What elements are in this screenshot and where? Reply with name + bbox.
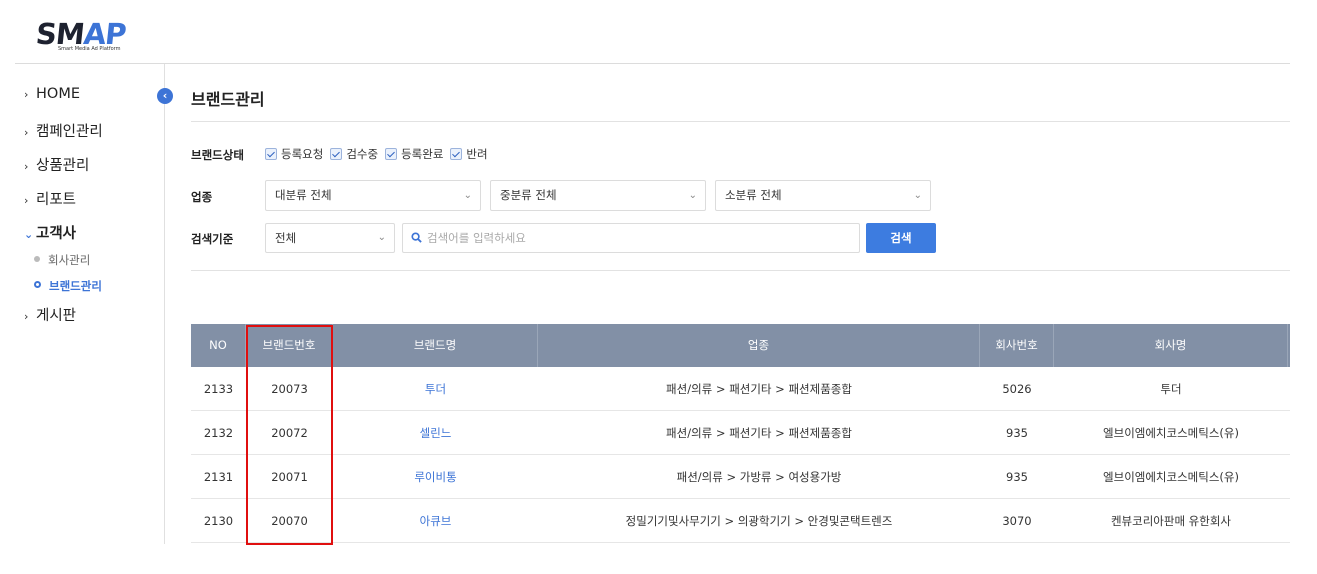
chevron-down-icon: ⌄ — [377, 232, 386, 243]
chevron-right-icon: › — [24, 160, 29, 173]
sidebar-item-label: 리포트 — [36, 192, 77, 208]
chevron-down-icon: ⌄ — [24, 228, 34, 241]
cell-company-name: 켄뷰코리아판매 유한회사 — [1110, 514, 1232, 528]
industry-filter-label: 업종 — [191, 190, 213, 204]
search-field[interactable] — [402, 223, 860, 253]
bullet-icon — [34, 256, 40, 262]
sidebar-item-label: 상품관리 — [36, 158, 90, 174]
logo-subtitle: Smart Media Ad Platform — [58, 46, 121, 52]
sidebar-item-label: 고객사 — [36, 226, 77, 242]
sidebar-subitem-company[interactable]: 회사관리 — [34, 252, 90, 268]
checkbox-checked-icon[interactable] — [330, 148, 343, 160]
checkbox-checked-icon[interactable] — [450, 148, 463, 160]
cell-no: 2133 — [203, 382, 234, 396]
cell-brand-name-link[interactable]: 투더 — [333, 367, 538, 411]
cell-no: 2131 — [203, 470, 234, 484]
header-divider — [15, 63, 1290, 64]
chevron-right-icon: › — [24, 194, 29, 207]
status-checkbox-completed[interactable]: 등록완료 — [385, 146, 443, 162]
status-checkbox-rejected[interactable]: 반려 — [450, 146, 488, 162]
table-row[interactable]: 2133 20073 투더 패션/의류 > 패션기타 > 패션제품종합 5026… — [191, 367, 1290, 411]
table-row[interactable]: 2132 20072 셀린느 패션/의류 > 패션기타 > 패션제품종합 935… — [191, 411, 1290, 455]
status-checkbox-reviewing[interactable]: 검수중 — [330, 146, 378, 162]
cell-no: 2130 — [203, 514, 234, 528]
title-divider — [191, 121, 1290, 122]
cell-company-no: 5026 — [1002, 382, 1032, 396]
cell-industry: 패션/의류 > 가방류 > 여성용가방 — [676, 470, 842, 484]
cell-brand-name-link[interactable]: 아큐브 — [333, 499, 538, 543]
chevron-right-icon: › — [24, 126, 29, 139]
criteria-select[interactable]: 전체 ⌄ — [265, 223, 395, 253]
sidebar-item-report[interactable]: › 리포트 — [24, 188, 76, 209]
cell-company-no: 935 — [1006, 426, 1028, 440]
status-checkbox-requested[interactable]: 등록요청 — [265, 146, 323, 162]
sidebar-item-campaign[interactable]: › 캠페인관리 — [24, 120, 103, 141]
column-header-company-name: 회사명 — [1054, 324, 1288, 367]
smap-logo[interactable]: SMAP Smart Media Ad Platform — [34, 17, 140, 54]
cell-brand-no: 20073 — [271, 382, 308, 396]
industry-middle-select[interactable]: 중분류 전체 ⌄ — [490, 180, 706, 211]
industry-major-select[interactable]: 대분류 전체 ⌄ — [265, 180, 481, 211]
chevron-down-icon: ⌄ — [463, 190, 472, 201]
cell-company-name: 투더 — [1160, 382, 1182, 396]
sidebar-subitem-label: 브랜드관리 — [49, 279, 102, 293]
sidebar-item-label: HOME — [36, 86, 80, 102]
table-row[interactable]: 2130 20070 아큐브 정밀기기및사무기기 > 의광학기기 > 안경및콘택… — [191, 499, 1290, 543]
sidebar-item-home[interactable]: › HOME — [24, 86, 80, 102]
column-header-brand-no: 브랜드번호 — [246, 324, 333, 367]
sidebar-collapse-button[interactable]: ‹ — [157, 88, 173, 104]
sidebar-item-client[interactable]: ⌄ 고객사 — [24, 222, 76, 243]
filter-divider — [191, 270, 1290, 271]
chevron-down-icon: ⌄ — [913, 190, 922, 201]
cell-company-name: 엘브이엠에치코스메틱스(유) — [1103, 426, 1239, 440]
table-row[interactable]: 2131 20071 루이비통 패션/의류 > 가방류 > 여성용가방 935 … — [191, 455, 1290, 499]
cell-brand-name-link[interactable]: 루이비통 — [333, 455, 538, 499]
checkbox-checked-icon[interactable] — [385, 148, 398, 160]
status-filter-label: 브랜드상태 — [191, 148, 244, 162]
cell-company-name: 엘브이엠에치코스메틱스(유) — [1103, 470, 1239, 484]
chevron-down-icon: ⌄ — [688, 190, 697, 201]
sidebar-subitem-label: 회사관리 — [48, 253, 91, 267]
search-input[interactable] — [427, 228, 847, 248]
cell-industry: 패션/의류 > 패션기타 > 패션제품종합 — [666, 382, 852, 396]
column-header-no: NO — [191, 324, 246, 367]
bullet-icon — [34, 281, 41, 288]
cell-company-no: 935 — [1006, 470, 1028, 484]
cell-company-no: 3070 — [1002, 514, 1032, 528]
checkbox-checked-icon[interactable] — [265, 148, 277, 160]
sidebar-subitem-brand[interactable]: 브랜드관리 — [34, 278, 102, 294]
cell-industry: 정밀기기및사무기기 > 의광학기기 > 안경및콘택트렌즈 — [625, 514, 893, 528]
cell-brand-name-link[interactable]: 셀린느 — [333, 411, 538, 455]
page-title: 브랜드관리 — [191, 90, 265, 109]
table-header: NO 브랜드번호 브랜드명 업종 회사번호 회사명 — [191, 324, 1290, 367]
search-icon — [411, 232, 422, 243]
sidebar-item-label: 게시판 — [36, 308, 77, 324]
cell-brand-no: 20070 — [271, 514, 308, 528]
sidebar-item-label: 캠페인관리 — [36, 124, 103, 140]
status-checkbox-group: 등록요청 검수중 등록완료 반려 — [265, 146, 488, 162]
sidebar-divider — [164, 64, 165, 544]
cell-brand-no: 20072 — [271, 426, 308, 440]
column-header-company-no: 회사번호 — [980, 324, 1054, 367]
cell-brand-no: 20071 — [271, 470, 308, 484]
cell-industry: 패션/의류 > 패션기타 > 패션제품종합 — [666, 426, 852, 440]
chevron-right-icon: › — [24, 88, 29, 101]
sidebar-item-product[interactable]: › 상품관리 — [24, 154, 89, 175]
criteria-filter-label: 검색기준 — [191, 232, 234, 246]
chevron-right-icon: › — [24, 310, 29, 323]
industry-minor-select[interactable]: 소분류 전체 ⌄ — [715, 180, 931, 211]
column-header-industry: 업종 — [538, 324, 980, 367]
search-button[interactable]: 검색 — [866, 223, 936, 253]
brand-table: NO 브랜드번호 브랜드명 업종 회사번호 회사명 2133 20073 투더 … — [191, 324, 1290, 543]
sidebar-item-board[interactable]: › 게시판 — [24, 304, 76, 325]
cell-no: 2132 — [203, 426, 234, 440]
column-header-brand-name: 브랜드명 — [333, 324, 538, 367]
